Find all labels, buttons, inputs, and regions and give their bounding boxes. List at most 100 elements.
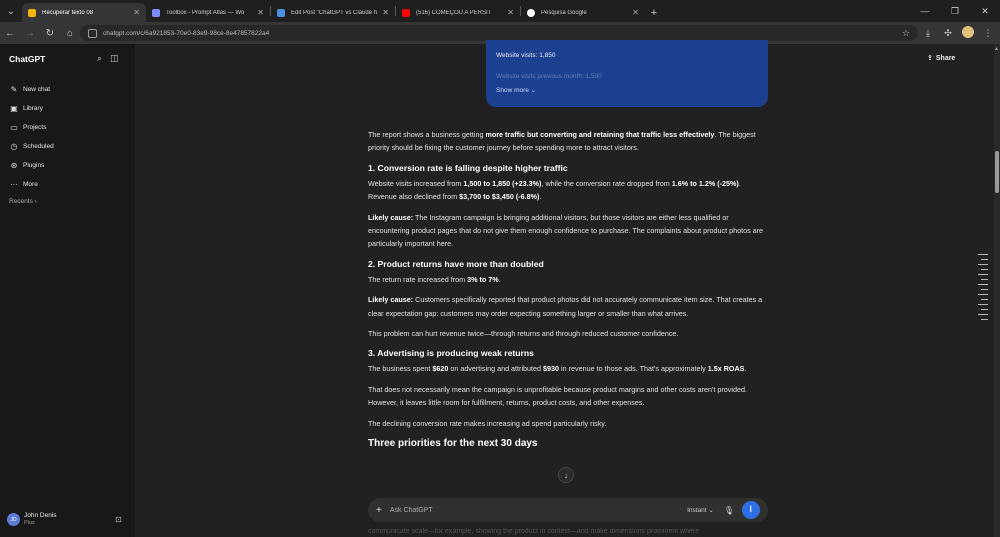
text: The report shows a business getting [368,130,486,139]
sidebar-item-scheduled[interactable]: ◷ Scheduled [9,137,54,156]
browser-tab[interactable]: Toolbox - Prompt Atlas — Wo ✕ [146,3,270,22]
browser-tab[interactable]: Edit Post "ChatGPT vs Claude h ✕ [271,3,395,22]
sidebar-item-label: Library [23,105,43,112]
url-text: chatgpt.com/c/6a921853-70e0-83e9-98ce-8e… [103,29,270,37]
close-tab-icon[interactable]: ✕ [507,8,514,17]
paragraph: This problem can hurt revenue twice—thro… [368,329,679,339]
window-controls: — ❐ ✕ [910,0,1000,22]
sidebar-item-label: New chat [23,86,51,93]
back-arrow-icon[interactable]: ← [0,28,20,39]
close-tab-icon[interactable]: ✕ [257,8,264,17]
sidebar-item-plugins[interactable]: ⊛ Plugins [9,156,54,175]
share-label: Share [935,55,956,62]
gift-icon[interactable]: ⊡ [115,515,122,524]
scroll-up-arrow-icon[interactable]: ▲ [994,46,999,52]
section-heading-large: Three priorities for the next 30 days [368,438,538,450]
close-tab-icon[interactable]: ✕ [632,8,639,17]
text: Customers specifically reported that pro… [368,295,763,318]
edit-icon: ✎ [10,85,18,94]
close-tab-icon[interactable]: ✕ [133,8,140,17]
profile-avatar[interactable] [960,26,976,40]
show-more-button[interactable]: Show more ⌄ [496,86,758,94]
model-mode-select[interactable]: Instant ⌄ [687,506,714,514]
sidebar-toggle-icon[interactable]: ◫ [110,53,119,64]
share-button[interactable]: ⇪ Share [927,54,958,62]
sidebar-item-more[interactable]: ··· More [9,175,54,194]
avatar: JD [7,513,20,526]
sidebar-nav: ✎ New chat ▣ Library ▭ Projects ◷ Schedu… [9,80,54,194]
plus-icon[interactable]: + [376,505,382,516]
paragraph: Website visits increased from 1,500 to 1… [368,177,768,204]
clock-icon: ◷ [10,142,18,151]
browser-tab[interactable]: Recuperar texto 08 ✕ [22,3,146,22]
download-icon[interactable]: ⤓ [920,28,936,39]
share-icon: ⇪ [927,55,933,62]
message-composer[interactable]: + Ask ChatGPT Instant ⌄ 🎙 𝄃 [368,498,768,522]
scrollbar[interactable]: ▲ [994,44,1000,537]
close-window-icon[interactable]: ✕ [970,6,1000,17]
sidebar-item-projects[interactable]: ▭ Projects [9,118,54,137]
reload-icon[interactable]: ↻ [40,28,60,39]
paragraph: Likely cause: Customers specifically rep… [368,293,768,320]
tab-label: Pesquisa Google [541,9,587,16]
bold-text: $620 [432,364,449,374]
paragraph: The return rate increased from 3% to 7%. [368,273,768,286]
library-icon: ▣ [10,104,18,113]
text: . [498,274,501,284]
partially-hidden-text: communicate scale—for example, showing t… [368,528,700,535]
paragraph: The declining conversion rate makes incr… [368,418,607,428]
minimize-icon[interactable]: — [910,6,940,16]
card-line: Website visits: 1,850 [496,52,556,59]
bold-text: $3,700 to $3,450 (-6.8%) [459,192,540,202]
sidebar-item-label: Plugins [23,162,45,169]
recents-header[interactable]: Recents › [9,198,37,205]
microphone-icon[interactable]: 🎙 [724,506,734,515]
forward-arrow-icon[interactable]: → [20,28,40,39]
tab-favicon-icon [28,8,36,17]
star-icon[interactable]: ☆ [902,28,910,39]
user-plan: Plus [24,520,35,526]
tab-label: Edit Post "ChatGPT vs Claude h [291,9,378,16]
sidebar: ChatGPT ⌕ ◫ ✎ New chat ▣ Library ▭ Proje… [0,44,135,537]
tab-search-icon[interactable]: ⌄ [0,0,22,22]
folder-icon: ▭ [10,123,18,132]
app-title[interactable]: ChatGPT [9,54,45,64]
restore-icon[interactable]: ❐ [940,6,970,17]
section-heading: 3. Advertising is producing weak returns [368,348,534,359]
sidebar-item-new-chat[interactable]: ✎ New chat [9,80,54,99]
tab-label: (516) COMEÇOU A PERSIT [416,9,492,16]
search-icon[interactable]: ⌕ [97,53,102,64]
more-icon: ··· [10,180,18,189]
composer-input[interactable]: Ask ChatGPT [390,507,687,514]
voice-mode-icon[interactable]: 𝄃 [742,501,760,519]
site-info-icon[interactable] [88,28,97,38]
close-tab-icon[interactable]: ✕ [382,8,389,17]
bold-text: 1.6% to 1.2% (-25%) [671,178,739,188]
browser-tab[interactable]: Pesquisa Google ✕ [521,3,645,22]
text: The return rate increased from [368,274,468,284]
paragraph: The report shows a business getting more… [368,128,768,155]
text: on advertising and attributed [448,364,544,374]
text: The Instagram campaign is bringing addit… [368,212,764,249]
assistant-response: The report shows a business getting more… [368,128,768,453]
card-line-faded: Website visits previous month: 1,500 [496,73,602,80]
conversation-area: ⇪ Share Website visits: 1,850 Website vis… [135,40,1000,537]
user-name: John Denis [24,512,57,519]
user-profile[interactable]: JD John Denis Plus [7,512,57,527]
message-outline-icon[interactable] [978,254,990,324]
sidebar-item-label: More [23,181,38,188]
scrollbar-thumb[interactable] [995,151,999,193]
home-icon[interactable]: ⌂ [60,28,80,39]
browser-tab[interactable]: (516) COMEÇOU A PERSIT ✕ [396,3,520,22]
paragraph: The business spent $620 on advertising a… [368,362,768,375]
sidebar-item-library[interactable]: ▣ Library [9,99,54,118]
scroll-down-icon[interactable]: ↓ [558,467,574,483]
puzzle-icon[interactable]: ✣ [940,28,956,39]
url-bar[interactable]: chatgpt.com/c/6a921853-70e0-83e9-98ce-8e… [80,25,918,41]
paragraph: Likely cause: The Instagram campaign is … [368,211,768,251]
new-tab-icon[interactable]: + [645,3,663,22]
sidebar-tools: ⌕ ◫ [97,53,119,64]
text: , while the conversion rate dropped from [541,178,672,188]
sidebar-item-label: Scheduled [23,143,54,150]
kebab-icon[interactable]: ⋮ [980,28,996,39]
